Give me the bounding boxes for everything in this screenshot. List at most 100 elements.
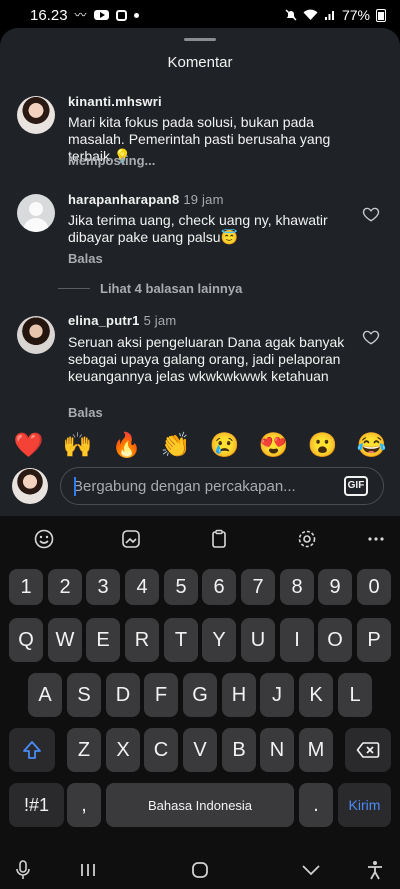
shift-key[interactable] xyxy=(9,728,55,772)
alarm-off-icon xyxy=(285,9,297,21)
avatar[interactable] xyxy=(17,316,55,354)
text-caret xyxy=(74,477,76,496)
emoji-fire[interactable]: 🔥 xyxy=(109,431,145,460)
key-y[interactable]: Y xyxy=(202,618,236,662)
comment-time: 19 jam xyxy=(183,192,224,207)
accessibility-icon[interactable] xyxy=(360,856,390,884)
key-i[interactable]: I xyxy=(280,618,314,662)
emoji-icon[interactable] xyxy=(28,523,60,555)
emoji-clap[interactable]: 👏 xyxy=(158,431,194,460)
emoji-laughing[interactable]: 😂 xyxy=(354,431,390,460)
space-key[interactable]: Bahasa Indonesia xyxy=(106,783,294,827)
period-key[interactable]: . xyxy=(299,783,333,827)
status-time: 16.23 xyxy=(30,6,68,24)
key-l[interactable]: L xyxy=(338,673,372,717)
reply-button[interactable]: Balas xyxy=(68,251,103,266)
key-o[interactable]: O xyxy=(318,618,352,662)
comment-text: Jika terima uang, check uang ny, khawati… xyxy=(68,212,328,245)
recent-apps-icon[interactable] xyxy=(73,856,103,884)
sticker-icon[interactable] xyxy=(115,523,147,555)
key-u[interactable]: U xyxy=(241,618,275,662)
clipboard-icon[interactable] xyxy=(203,523,235,555)
send-key[interactable]: Kirim xyxy=(338,783,391,827)
emoji-raised-hands[interactable]: 🙌 xyxy=(60,431,96,460)
my-avatar xyxy=(12,468,48,504)
gif-button[interactable]: GIF xyxy=(344,476,368,496)
navigation-bar xyxy=(0,852,400,889)
more-replies-label[interactable]: Lihat 4 balasan lainnya xyxy=(100,281,242,296)
symbols-key[interactable]: !#1 xyxy=(9,783,64,827)
backspace-icon xyxy=(356,742,380,758)
key-d[interactable]: D xyxy=(106,673,140,717)
microphone-icon[interactable] xyxy=(8,856,38,884)
comment-input-box[interactable]: GIF xyxy=(60,467,384,505)
wifi-icon xyxy=(303,9,318,20)
comma-key[interactable]: , xyxy=(67,783,101,827)
notification-dot-icon xyxy=(133,12,139,18)
wave-icon: 〰 xyxy=(74,8,87,22)
key-h[interactable]: H xyxy=(222,673,256,717)
key-9[interactable]: 9 xyxy=(318,569,352,605)
screen: 16.23 〰 77% Komentar kinanti.mhswri Mari… xyxy=(0,0,400,889)
avatar[interactable] xyxy=(17,96,55,134)
key-s[interactable]: S xyxy=(67,673,101,717)
emoji-heart[interactable]: ❤️ xyxy=(11,431,47,460)
key-n[interactable]: N xyxy=(260,728,294,772)
key-t[interactable]: T xyxy=(164,618,198,662)
key-8[interactable]: 8 xyxy=(280,569,314,605)
key-1[interactable]: 1 xyxy=(9,569,43,605)
key-j[interactable]: J xyxy=(260,673,294,717)
key-p[interactable]: P xyxy=(357,618,391,662)
key-r[interactable]: R xyxy=(125,618,159,662)
emoji-heart-eyes[interactable]: 😍 xyxy=(256,431,292,460)
key-b[interactable]: B xyxy=(222,728,256,772)
divider xyxy=(58,288,90,289)
key-g[interactable]: G xyxy=(183,673,217,717)
key-x[interactable]: X xyxy=(106,728,140,772)
key-a[interactable]: A xyxy=(28,673,62,717)
key-5[interactable]: 5 xyxy=(164,569,198,605)
shift-icon xyxy=(23,741,41,759)
key-6[interactable]: 6 xyxy=(202,569,236,605)
comments-sheet: Komentar kinanti.mhswri Mari kita fokus … xyxy=(0,28,400,516)
chevron-down-icon[interactable] xyxy=(296,856,326,884)
comment-username[interactable]: harapanharapan8 19 jam xyxy=(68,192,224,207)
more-icon[interactable] xyxy=(360,523,392,555)
key-e[interactable]: E xyxy=(86,618,120,662)
key-z[interactable]: Z xyxy=(67,728,101,772)
comment-username[interactable]: elina_putr1 5 jam xyxy=(68,313,176,328)
view-more-replies[interactable]: Lihat 4 balasan lainnya xyxy=(58,281,242,296)
battery-percent: 77% xyxy=(341,7,370,23)
home-icon[interactable] xyxy=(185,856,215,884)
keyboard: 1 2 3 4 5 6 7 8 9 0 Q W E R T Y U I O P … xyxy=(0,516,400,889)
avatar[interactable] xyxy=(17,194,55,232)
emoji-surprised[interactable]: 😮 xyxy=(305,431,341,460)
settings-icon[interactable] xyxy=(291,523,323,555)
key-0[interactable]: 0 xyxy=(357,569,391,605)
heart-icon[interactable] xyxy=(362,205,380,223)
youtube-icon xyxy=(93,10,109,20)
key-k[interactable]: K xyxy=(299,673,333,717)
key-w[interactable]: W xyxy=(48,618,82,662)
backspace-key[interactable] xyxy=(345,728,391,772)
key-2[interactable]: 2 xyxy=(48,569,82,605)
comment-time: 5 jam xyxy=(143,313,177,328)
status-bar: 16.23 〰 77% xyxy=(0,0,400,30)
emoji-crying[interactable]: 😢 xyxy=(207,431,243,460)
key-7[interactable]: 7 xyxy=(241,569,275,605)
drag-handle[interactable] xyxy=(184,38,216,41)
key-f[interactable]: F xyxy=(144,673,178,717)
key-4[interactable]: 4 xyxy=(125,569,159,605)
instagram-icon xyxy=(115,9,127,21)
emoji-quick-row: ❤️ 🙌 🔥 👏 😢 😍 😮 😂 xyxy=(0,426,400,464)
key-c[interactable]: C xyxy=(144,728,178,772)
key-q[interactable]: Q xyxy=(9,618,43,662)
comment-input[interactable] xyxy=(73,468,333,504)
key-m[interactable]: M xyxy=(299,728,333,772)
key-v[interactable]: V xyxy=(183,728,217,772)
reply-button[interactable]: Balas xyxy=(68,405,103,420)
comment-text: Seruan aksi pengeluaran Dana agak banyak… xyxy=(68,334,345,384)
key-3[interactable]: 3 xyxy=(86,569,120,605)
comment-username[interactable]: kinanti.mhswri xyxy=(68,94,162,109)
heart-icon[interactable] xyxy=(362,328,380,346)
